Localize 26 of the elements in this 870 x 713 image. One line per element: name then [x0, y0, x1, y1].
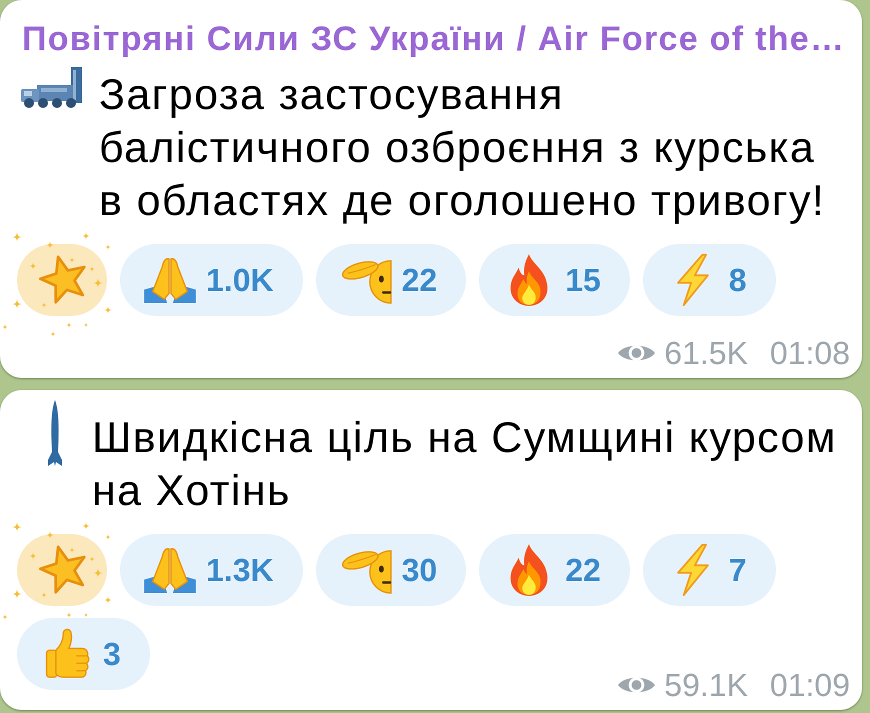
reaction-button[interactable]: 1.3K	[120, 534, 303, 606]
message-time: 01:09	[770, 668, 850, 702]
praying-hands-icon	[143, 547, 197, 593]
reaction-button[interactable]: 7	[642, 534, 776, 606]
reaction-button[interactable]: 15	[479, 244, 630, 316]
reaction-button[interactable]: 22	[479, 534, 630, 606]
star-reaction-button[interactable]	[17, 534, 107, 606]
reaction-button[interactable]: 22	[316, 244, 466, 316]
praying-hands-icon	[143, 257, 197, 303]
lightning-icon	[674, 253, 711, 307]
star-icon	[38, 545, 86, 595]
lightning-icon	[674, 543, 711, 597]
view-count: 61.5K	[664, 336, 748, 370]
reaction-button[interactable]: 30	[316, 534, 466, 606]
channel-name[interactable]: Повітряні Сили ЗС України / Air Force of the…	[22, 20, 858, 58]
message-text: Загроза застосування балістичного озброєння з курська в областях де оголошено тривогу!	[99, 70, 826, 227]
message-text: Швидкісна ціль на Сумщині курсом на Хотінь	[92, 413, 838, 517]
reaction-button[interactable]: 3	[17, 618, 150, 690]
thumbs-up-icon	[44, 628, 90, 680]
reaction-button[interactable]: 1.0K	[120, 244, 303, 316]
view-count: 59.1K	[664, 668, 748, 702]
star-icon	[38, 255, 86, 305]
missile-icon	[47, 400, 63, 466]
message-time: 01:08	[770, 336, 850, 370]
star-reaction-button[interactable]	[17, 244, 107, 316]
reaction-button[interactable]: 8	[642, 244, 776, 316]
